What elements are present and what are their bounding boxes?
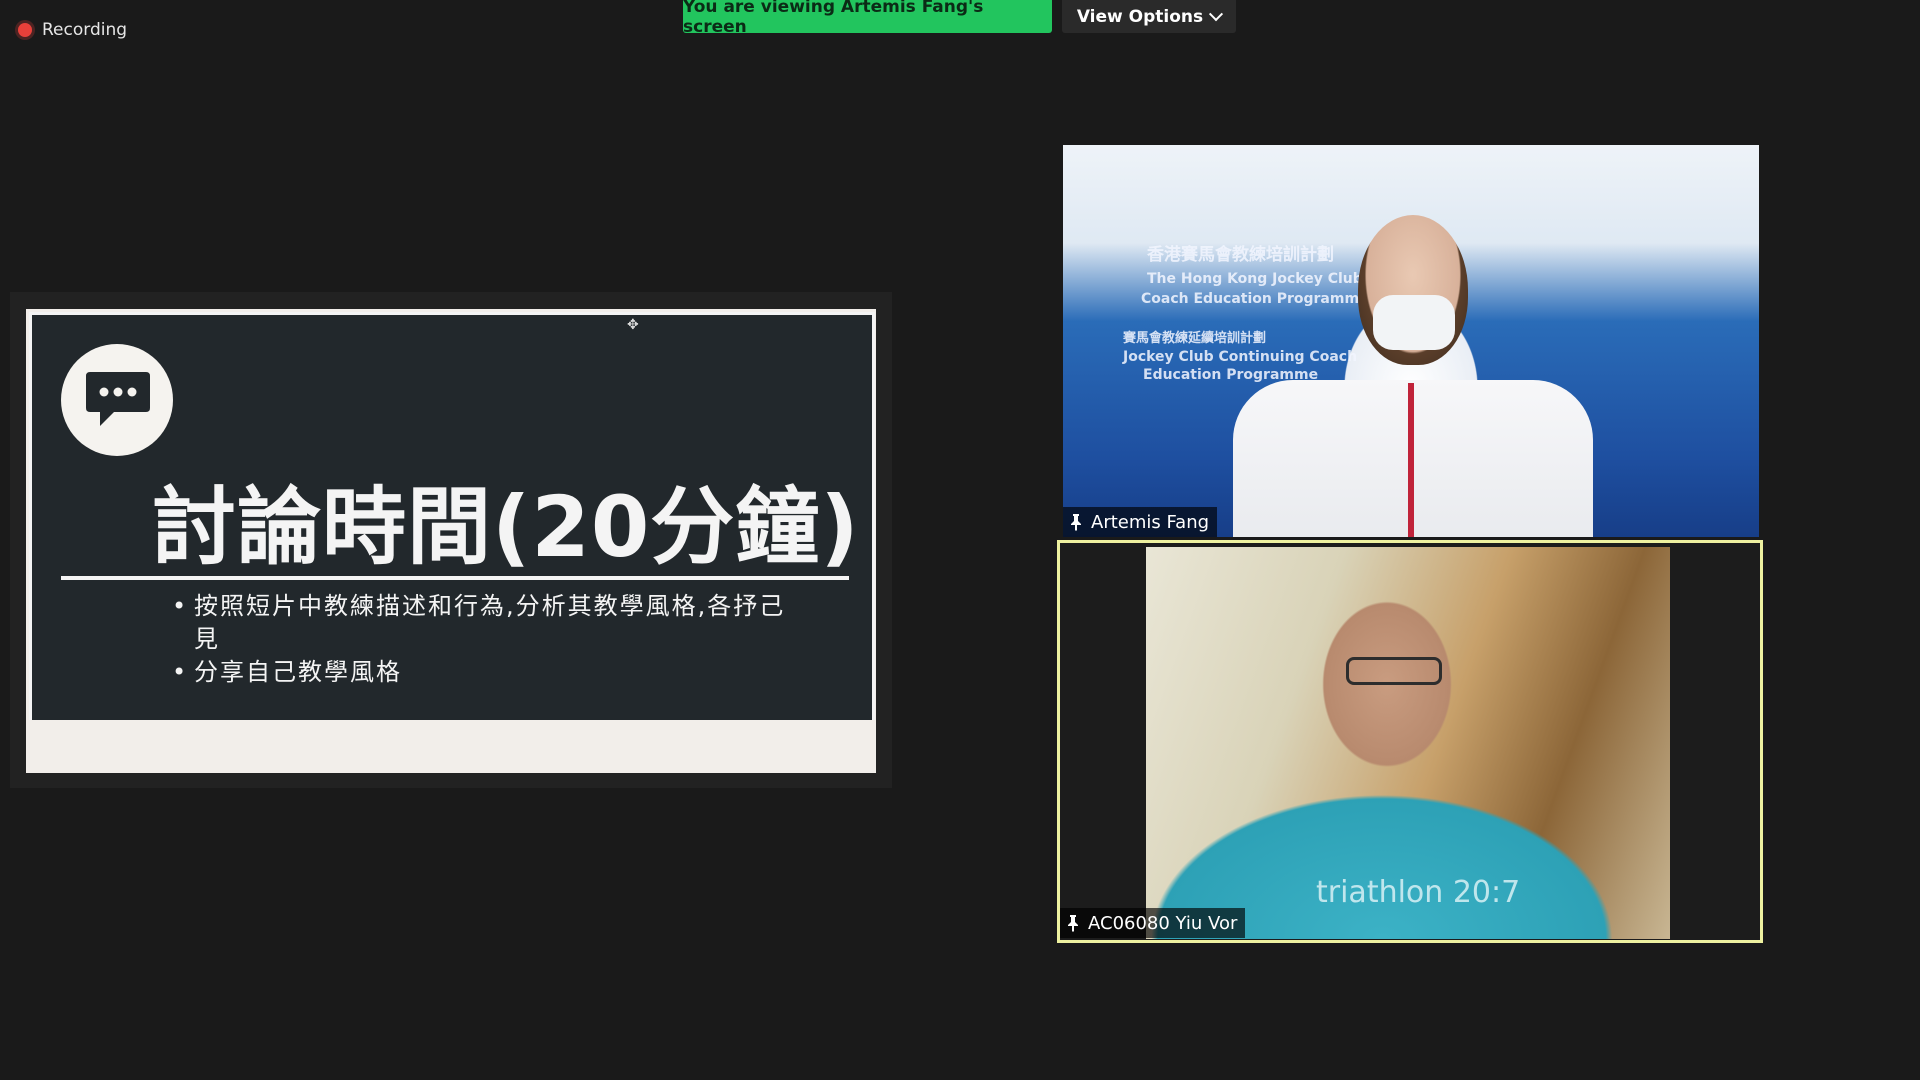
- slide-title: 討論時間(20分鐘): [152, 478, 860, 576]
- participant-video: triathlon 20:7: [1146, 547, 1670, 939]
- recording-label: Recording: [42, 20, 128, 40]
- participant-name-tag: Artemis Fang: [1063, 507, 1218, 537]
- recording-indicator[interactable]: Recording: [18, 18, 127, 42]
- slide-divider: [61, 576, 849, 580]
- face-mask: [1373, 295, 1455, 350]
- jacket-stripe: [1408, 383, 1414, 537]
- chat-bubble-icon: [61, 344, 173, 456]
- remote-cursor-icon: ✥: [627, 317, 639, 333]
- backdrop-text: 香港賽馬會教練培訓計劃: [1147, 245, 1334, 265]
- video-tile-artemis-fang[interactable]: 香港賽馬會教練培訓計劃 The Hong Kong Jockey Club Co…: [1063, 145, 1759, 537]
- glasses: [1346, 657, 1442, 685]
- slide-panel: 討論時間(20分鐘) 按照短片中教練描述和行為,分析其教學風格,各抒己見 分享自…: [29, 312, 875, 720]
- presentation-slide: 討論時間(20分鐘) 按照短片中教練描述和行為,分析其教學風格,各抒己見 分享自…: [26, 309, 876, 773]
- participant-name-tag: AC06080 Yiu Vor: [1060, 908, 1246, 938]
- screen-share-banner: You are viewing Artemis Fang's screen: [683, 0, 1052, 37]
- slide-bullet: 按照短片中教練描述和行為,分析其教學風格,各抒己見: [172, 590, 792, 656]
- chevron-down-icon: [1209, 6, 1224, 21]
- video-tile-yiu-vor[interactable]: triathlon 20:7 AC06080 Yiu Vor: [1057, 540, 1763, 943]
- pin-icon: [1066, 914, 1080, 932]
- view-options-button[interactable]: View Options: [1062, 0, 1236, 33]
- backdrop-text: The Hong Kong Jockey Club: [1147, 271, 1363, 287]
- shirt-print: triathlon 20:7: [1316, 875, 1521, 910]
- slide-bullet: 分享自己教學風格: [172, 656, 792, 689]
- participant-video: 香港賽馬會教練培訓計劃 The Hong Kong Jockey Club Co…: [1063, 145, 1759, 537]
- record-icon: [18, 23, 32, 37]
- backdrop-text: Coach Education Programme: [1141, 291, 1369, 307]
- backdrop-text: Jockey Club Continuing Coach: [1123, 349, 1358, 365]
- backdrop-text: 賽馬會教練延續培訓計劃: [1123, 331, 1267, 346]
- slide-bullet-list: 按照短片中教練描述和行為,分析其教學風格,各抒己見 分享自己教學風格: [172, 590, 792, 689]
- participant-name: Artemis Fang: [1091, 511, 1210, 533]
- participant-name: AC06080 Yiu Vor: [1088, 912, 1238, 934]
- pin-icon: [1069, 513, 1083, 531]
- view-options-label: View Options: [1076, 6, 1204, 27]
